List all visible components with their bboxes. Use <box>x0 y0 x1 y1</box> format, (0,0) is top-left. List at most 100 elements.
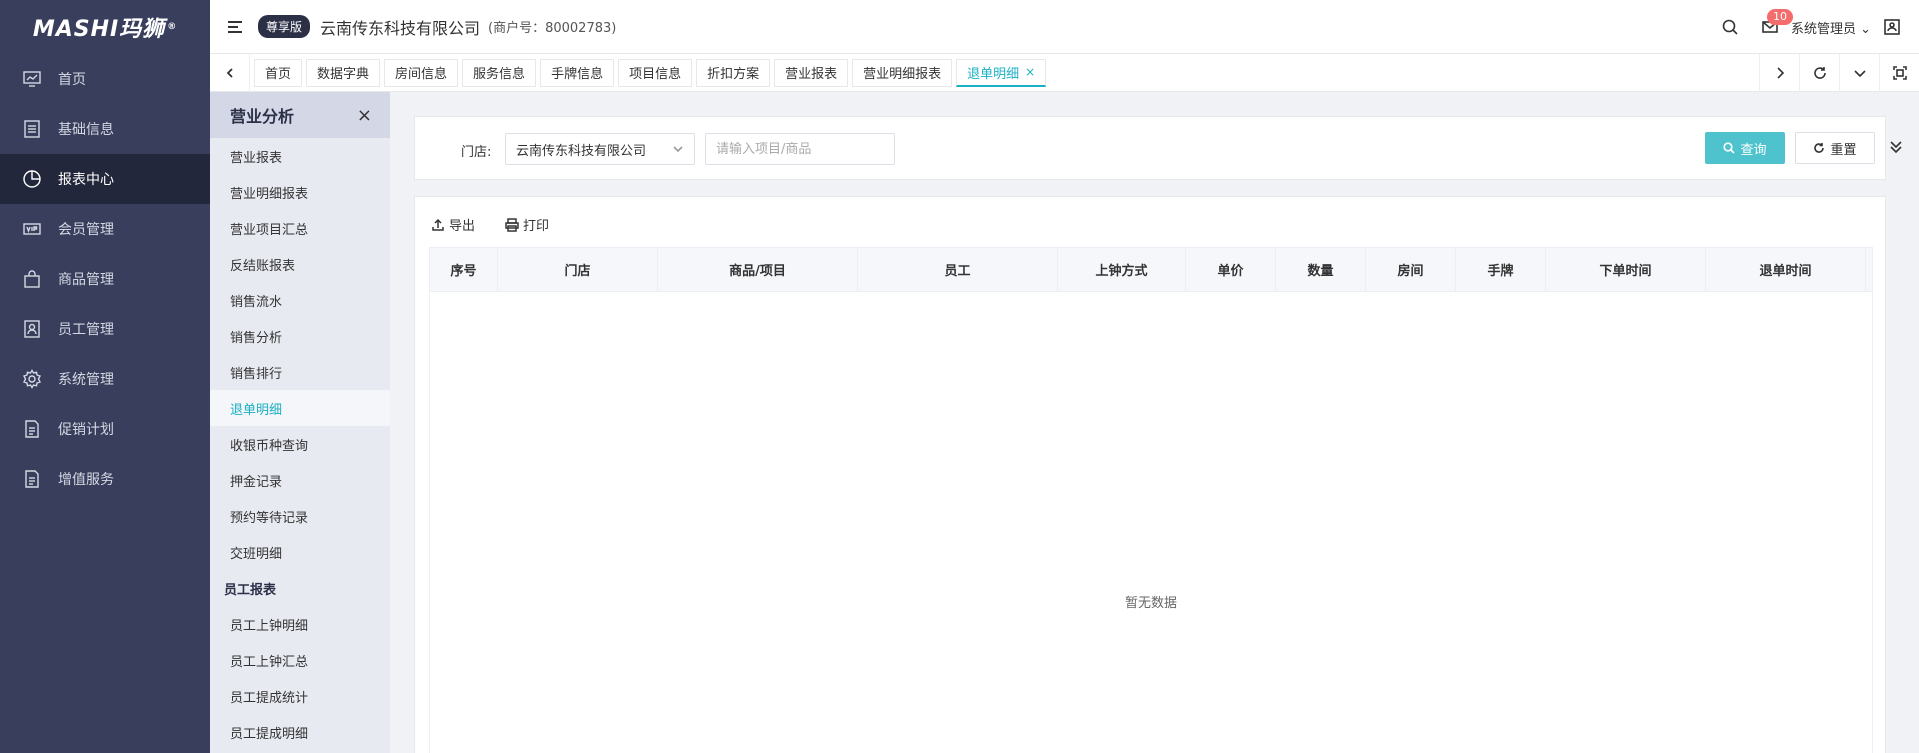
mail-icon[interactable]: 10 <box>1761 9 1793 36</box>
subnav-item[interactable]: 员工上钟汇总 <box>210 642 390 678</box>
reset-button[interactable]: 重置 <box>1795 132 1875 164</box>
sidebar-item-member[interactable]: 会员管理 <box>0 204 210 254</box>
close-icon[interactable]: × <box>1025 65 1035 79</box>
column-header[interactable]: 单价 <box>1186 248 1276 291</box>
brand-logo[interactable]: MASHI玛狮 ® <box>0 0 210 54</box>
sidebar-item-label: 会员管理 <box>58 222 114 238</box>
gear-icon <box>22 369 42 389</box>
report-subnav: 营业分析 × 营业报表 营业明细报表 营业项目汇总 反结账报表 销售流水 销售分… <box>210 92 390 753</box>
subnav-item[interactable]: 预约等待记录 <box>210 498 390 534</box>
column-header[interactable]: 门店 <box>498 248 658 291</box>
sidebar-item-goods[interactable]: 商品管理 <box>0 254 210 304</box>
filter-bar: 门店: 云南传东科技有限公司 查询 重置 <box>414 116 1902 180</box>
table-header-row: 序号 门店 商品/项目 员工 上钟方式 单价 数量 房间 手牌 下单时间 退单时… <box>430 248 1872 292</box>
company-name: 云南传东科技有限公司 <box>320 18 481 38</box>
header-actions: 10 系统管理员 ⌄ <box>1699 0 1901 54</box>
sidebar-item-label: 报表中心 <box>58 172 114 188</box>
tab-home[interactable]: 首页 <box>254 58 303 87</box>
subnav-item[interactable]: 营业报表 <box>210 138 390 174</box>
search-icon <box>1723 142 1736 154</box>
refresh-icon <box>1814 143 1825 153</box>
subnav-item[interactable]: 营业项目汇总 <box>210 210 390 246</box>
subnav-item[interactable]: 员工提成统计 <box>210 678 390 714</box>
sidebar-item-staff[interactable]: 员工管理 <box>0 304 210 354</box>
column-header[interactable]: 退单时间 <box>1706 248 1866 291</box>
column-header[interactable]: 员工 <box>858 248 1058 291</box>
subnav-item[interactable]: 销售分析 <box>210 318 390 354</box>
edition-badge: 尊享版 <box>258 15 311 38</box>
tab-refund-detail[interactable]: 退单明细 × <box>956 58 1047 87</box>
chevron-down-icon <box>672 143 684 155</box>
menu-toggle-icon[interactable] <box>226 18 244 36</box>
store-label: 门店: <box>461 145 492 160</box>
subnav-header: 营业分析 × <box>210 92 390 138</box>
sidebar-item-value-added[interactable]: 增值服务 <box>0 454 210 504</box>
top-header: 尊享版 云南传东科技有限公司 (商户号：80002783) 10 系统管理员 ⌄ <box>210 0 1919 54</box>
tabs-scroll-left-icon[interactable] <box>210 53 250 92</box>
store-select[interactable]: 云南传东科技有限公司 <box>505 133 695 165</box>
refresh-icon[interactable] <box>1799 54 1839 92</box>
tab-discount-plan[interactable]: 折扣方案 <box>696 58 771 87</box>
tabs-scroll-right-icon[interactable] <box>1759 54 1799 92</box>
tab-wristband-info[interactable]: 手牌信息 <box>540 58 615 87</box>
subnav-item[interactable]: 收银币种查询 <box>210 426 390 462</box>
subnav-item-active[interactable]: 退单明细 <box>210 390 390 426</box>
export-label: 导出 <box>449 219 476 234</box>
profile-card-icon[interactable] <box>1883 18 1901 36</box>
expand-filter-icon[interactable] <box>1889 137 1903 157</box>
subnav-item[interactable]: 员工提成明细 <box>210 714 390 750</box>
column-header[interactable]: 序号 <box>430 248 498 291</box>
column-header[interactable]: 手牌 <box>1456 248 1546 291</box>
search-input[interactable] <box>705 133 895 165</box>
results-panel: 导出 打印 序号 门店 商品/项目 员工 上钟方式 单价 数量 房间 手牌 下单… <box>414 196 1886 753</box>
logo-trademark: ® <box>167 22 178 32</box>
sidebar-item-basic-info[interactable]: 基础信息 <box>0 104 210 154</box>
tab-data-dictionary[interactable]: 数据字典 <box>306 58 381 87</box>
subnav-item[interactable]: 销售排行 <box>210 354 390 390</box>
subnav-item[interactable]: 营业明细报表 <box>210 174 390 210</box>
column-header[interactable]: 房间 <box>1366 248 1456 291</box>
store-select-value: 云南传东科技有限公司 <box>516 143 647 159</box>
subnav-item[interactable]: 反结账报表 <box>210 246 390 282</box>
notification-badge: 10 <box>1766 9 1793 25</box>
subnav-item[interactable]: 交班明细 <box>210 534 390 570</box>
sidebar-item-home[interactable]: 首页 <box>0 54 210 104</box>
subnav-item[interactable]: 员工上钟明细 <box>210 606 390 642</box>
subnav-title: 营业分析 <box>230 107 295 126</box>
user-menu[interactable]: 系统管理员 ⌄ <box>1791 18 1871 37</box>
sidebar-item-label: 首页 <box>58 72 86 88</box>
tabs-bar: 首页 数据字典 房间信息 服务信息 手牌信息 项目信息 折扣方案 营业报表 营业… <box>210 53 1919 92</box>
close-icon[interactable]: × <box>357 105 372 126</box>
column-header[interactable]: 上钟方式 <box>1058 248 1186 291</box>
tab-business-detail-report[interactable]: 营业明细报表 <box>852 58 953 87</box>
search-icon[interactable] <box>1721 18 1739 36</box>
print-button[interactable]: 打印 <box>505 215 549 234</box>
chevron-down-icon[interactable] <box>1839 54 1879 92</box>
export-button[interactable]: 导出 <box>431 215 475 234</box>
fullscreen-icon[interactable] <box>1879 54 1919 92</box>
sidebar-item-label: 增值服务 <box>58 472 114 488</box>
tab-project-info[interactable]: 项目信息 <box>618 58 693 87</box>
tab-service-info[interactable]: 服务信息 <box>462 58 537 87</box>
subnav-item[interactable]: 销售流水 <box>210 282 390 318</box>
upload-icon <box>432 218 444 231</box>
subnav-item[interactable]: 押金记录 <box>210 462 390 498</box>
logo-text: MASHI玛狮 <box>32 17 166 42</box>
vip-icon <box>22 219 42 239</box>
tab-room-info[interactable]: 房间信息 <box>384 58 459 87</box>
column-header[interactable]: 数量 <box>1276 248 1366 291</box>
tab-business-report[interactable]: 营业报表 <box>774 58 849 87</box>
user-name: 系统管理员 <box>1790 21 1856 37</box>
query-button[interactable]: 查询 <box>1705 132 1785 164</box>
tabs-actions <box>1759 54 1919 92</box>
column-header[interactable]: 商品/项目 <box>658 248 858 291</box>
main-sidebar: MASHI玛狮 ® 首页 基础信息 报表中心 会员管理 商品管理 员工管理 系统管… <box>0 0 210 753</box>
refund-detail-table: 序号 门店 商品/项目 员工 上钟方式 单价 数量 房间 手牌 下单时间 退单时… <box>429 247 1873 753</box>
merchant-number: (商户号：80002783) <box>488 21 617 36</box>
sidebar-item-promotion[interactable]: 促销计划 <box>0 404 210 454</box>
sidebar-item-report-center[interactable]: 报表中心 <box>0 154 210 204</box>
column-header[interactable]: 下单时间 <box>1546 248 1706 291</box>
sidebar-item-system[interactable]: 系统管理 <box>0 354 210 404</box>
empty-state: 暂无数据 <box>1124 596 1177 611</box>
list-icon <box>22 119 42 139</box>
